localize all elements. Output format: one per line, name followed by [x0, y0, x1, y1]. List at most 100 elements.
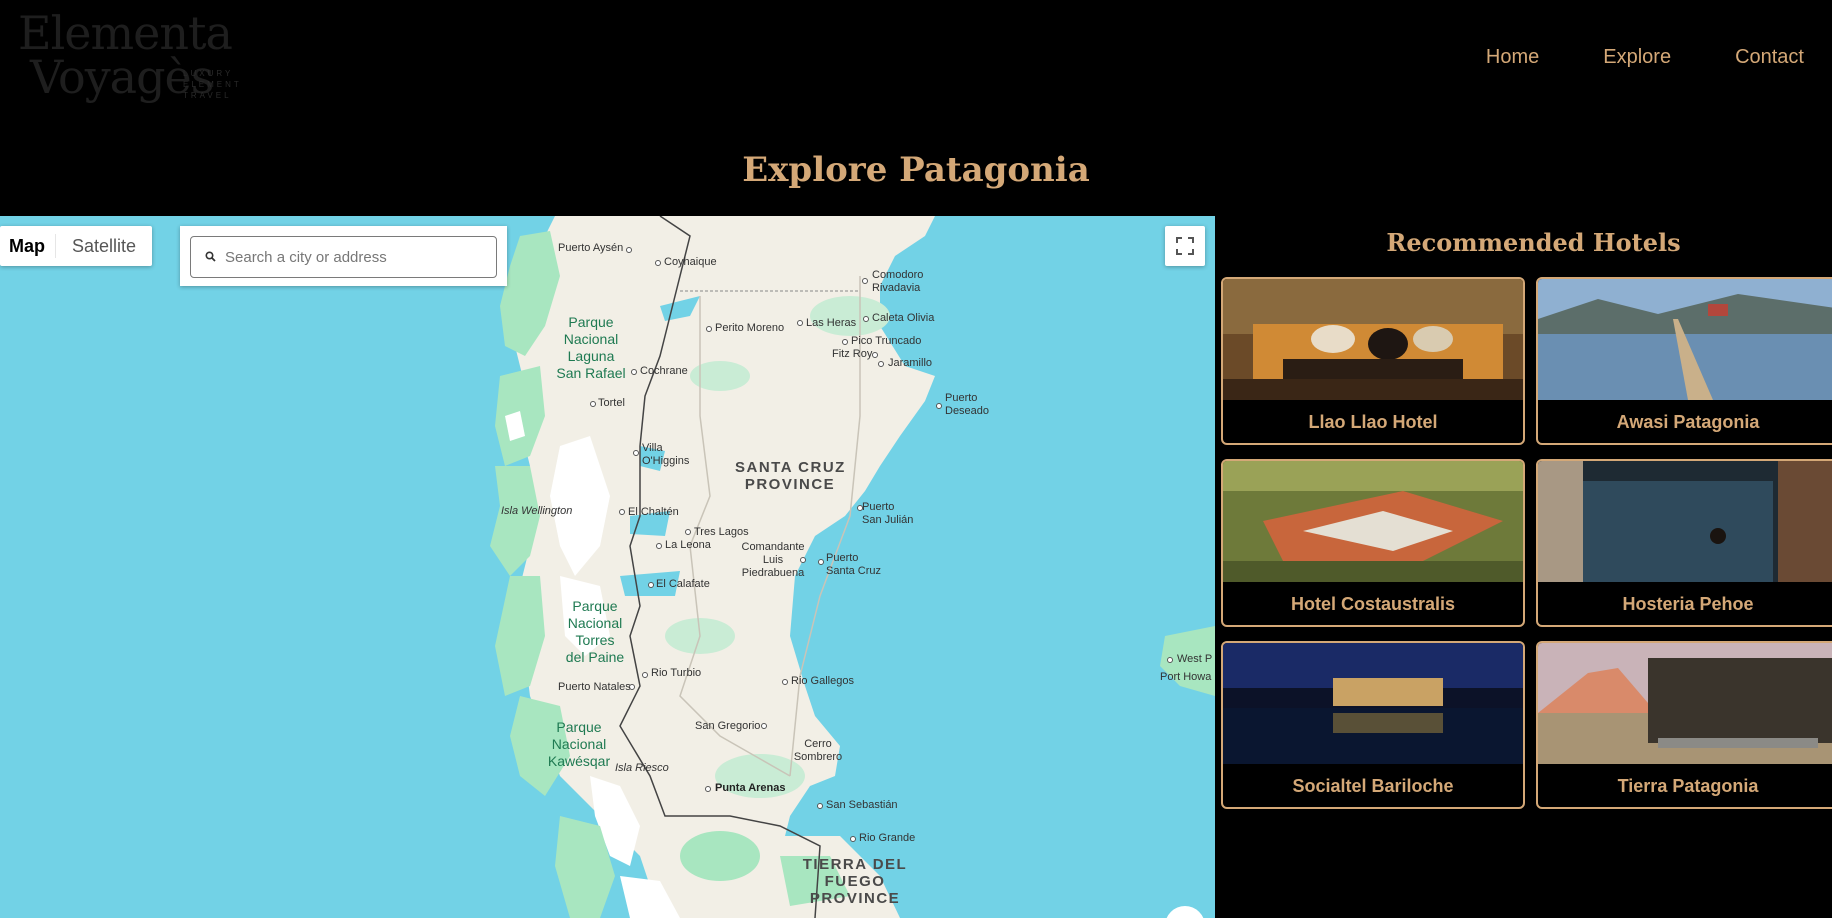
map-label-villa-ohiggins-1: Villa: [642, 442, 663, 454]
map-label-port-howard: Port Howa: [1160, 671, 1212, 683]
map-city-marker: [761, 723, 767, 729]
place-line: Cerro: [804, 738, 832, 750]
map-city-marker: [818, 559, 824, 565]
map-city-marker: [648, 582, 654, 588]
map-type-map-button[interactable]: Map: [0, 226, 55, 266]
map-type-control: Map Satellite: [0, 226, 153, 266]
map-label-isla-wellington: Isla Wellington: [501, 505, 573, 517]
nav-home-link[interactable]: Home: [1486, 46, 1539, 69]
hotel-name: Hosteria Pehoe: [1622, 594, 1754, 614]
search-icon: [205, 251, 216, 262]
hotel-name: Hotel Costaustralis: [1290, 594, 1456, 614]
park-line: Torres: [575, 632, 615, 648]
park-line: Nacional: [567, 615, 623, 631]
hotel-name: Llao Llao Hotel: [1308, 412, 1438, 432]
nav-contact-link[interactable]: Contact: [1735, 46, 1804, 69]
map-label-jaramillo: Jaramillo: [888, 357, 933, 369]
map-label-isla-riesco: Isla Riesco: [615, 762, 669, 774]
fullscreen-icon: [1176, 237, 1194, 255]
hotel-card[interactable]: Hosteria Pehoe: [1536, 459, 1832, 627]
hotel-card[interactable]: Hotel Costaustralis: [1221, 459, 1525, 627]
map-city-marker: [619, 509, 625, 515]
map-label-rio-grande: Rio Grande: [859, 832, 916, 844]
map-city-marker: [800, 557, 806, 563]
hotel-card[interactable]: Socialtel Bariloche: [1221, 641, 1525, 809]
map-label-cerro-sombrero: Cerro Sombrero: [788, 738, 848, 764]
map-city-marker: [817, 803, 823, 809]
map-label-san-sebastian: San Sebastián: [826, 799, 898, 811]
map-label-park-kawesqar: Parque Nacional Kawésqar: [544, 719, 614, 770]
map-label-pico-truncado: Pico Truncado: [851, 335, 922, 347]
hotel-image-pier: [1538, 279, 1832, 400]
map-label-rio-turbio: Rio Turbio: [651, 667, 702, 679]
nav-explore-link[interactable]: Explore: [1603, 46, 1671, 69]
hotel-image-lounge: [1223, 279, 1523, 400]
hotel-card[interactable]: Awasi Patagonia: [1536, 277, 1832, 445]
map-label-puerto-aysen: Puerto Aysén: [558, 242, 624, 254]
region-line: TIERRA DEL: [802, 856, 908, 873]
map-label-caleta-olivia: Caleta Olivia: [872, 312, 935, 324]
map-city-marker: [936, 403, 942, 409]
hotel-card[interactable]: Llao Llao Hotel: [1221, 277, 1525, 445]
park-line: Laguna: [567, 348, 615, 364]
hotel-image-pool: [1538, 461, 1832, 582]
map-city-marker: [863, 316, 869, 322]
map-city-marker: [872, 352, 878, 358]
map-label-las-heras: Las Heras: [806, 317, 857, 329]
map-city-marker: [862, 278, 868, 284]
park-line: Parque: [572, 598, 618, 614]
brand-tagline: LUXURY ELEMENT TRAVEL: [183, 68, 263, 101]
map-city-marker: [590, 401, 596, 407]
map-label-tortel: Tortel: [598, 397, 625, 409]
map-label-puerto-deseado-1: Puerto: [945, 392, 978, 404]
brand-tagline-2: ELEMENT: [183, 80, 242, 89]
map-city-marker: [685, 529, 691, 535]
main-nav: Home Explore Contact: [1486, 46, 1804, 69]
map-label-rio-gallegos: Rio Gallegos: [791, 675, 854, 687]
map-label-tres-lagos: Tres Lagos: [694, 526, 749, 538]
park-line: Nacional: [563, 331, 619, 347]
map-city-marker: [626, 247, 632, 253]
hotel-image-cabin: [1538, 643, 1832, 764]
map-label-rivadavia: Rivadavia: [872, 282, 921, 294]
brand-logo[interactable]: Elementa Voyagès LUXURY ELEMENT TRAVEL: [18, 8, 248, 108]
map-label-puerto-sj-1: Puerto: [862, 501, 895, 513]
hotel-image-night: [1223, 643, 1523, 764]
map-label-perito-moreno: Perito Moreno: [715, 322, 785, 334]
fullscreen-button[interactable]: [1165, 226, 1205, 266]
hotel-card[interactable]: Tierra Patagonia: [1536, 641, 1832, 809]
site-header: Elementa Voyagès LUXURY ELEMENT TRAVEL H…: [0, 0, 1832, 140]
place-line: Comandante: [741, 541, 805, 553]
map-search-field[interactable]: [190, 236, 497, 278]
map-city-marker: [655, 260, 661, 266]
map-type-satellite-button[interactable]: Satellite: [56, 226, 152, 266]
park-line: Kawésqar: [547, 753, 611, 769]
map-label-west-point: West P: [1177, 653, 1213, 665]
map-city-marker: [850, 836, 856, 842]
park-line: San Rafael: [556, 365, 626, 381]
map-view[interactable]: Puerto Aysén Coyhaique Comodoro Rivadavi…: [0, 216, 1215, 918]
map-city-marker: [656, 543, 662, 549]
map-label-cochrane: Cochrane: [640, 365, 688, 377]
map-label-punta-arenas: Punta Arenas: [715, 782, 786, 794]
park-line: del Paine: [565, 649, 625, 665]
map-label-coyhaique: Coyhaique: [664, 256, 717, 268]
park-line: Parque: [568, 314, 614, 330]
brand-tagline-3: TRAVEL: [183, 91, 232, 100]
map-label-san-gregorio: San Gregorio: [695, 720, 761, 732]
map-label-comodoro: Comodoro: [872, 269, 924, 281]
map-label-park-laguna-san-rafael: Parque Nacional Laguna San Rafael: [556, 314, 626, 382]
map-city-marker: [797, 320, 803, 326]
map-search-input[interactable]: [225, 237, 493, 277]
map-city-marker: [633, 450, 639, 456]
hotel-name: Tierra Patagonia: [1617, 776, 1759, 796]
hotel-image-aerial: [1223, 461, 1523, 582]
map-label-puerto-natales: Puerto Natales: [558, 681, 631, 693]
map-city-marker: [842, 339, 848, 345]
map-label-puerto-deseado-2: Deseado: [945, 405, 990, 417]
hotel-name: Awasi Patagonia: [1616, 412, 1760, 432]
map-label-fitz-roy: Fitz Roy: [832, 348, 873, 360]
map-label-el-chalten: El Chaltén: [628, 506, 679, 518]
hotel-name: Socialtel Bariloche: [1292, 776, 1454, 796]
region-line: SANTA CRUZ: [735, 459, 846, 476]
